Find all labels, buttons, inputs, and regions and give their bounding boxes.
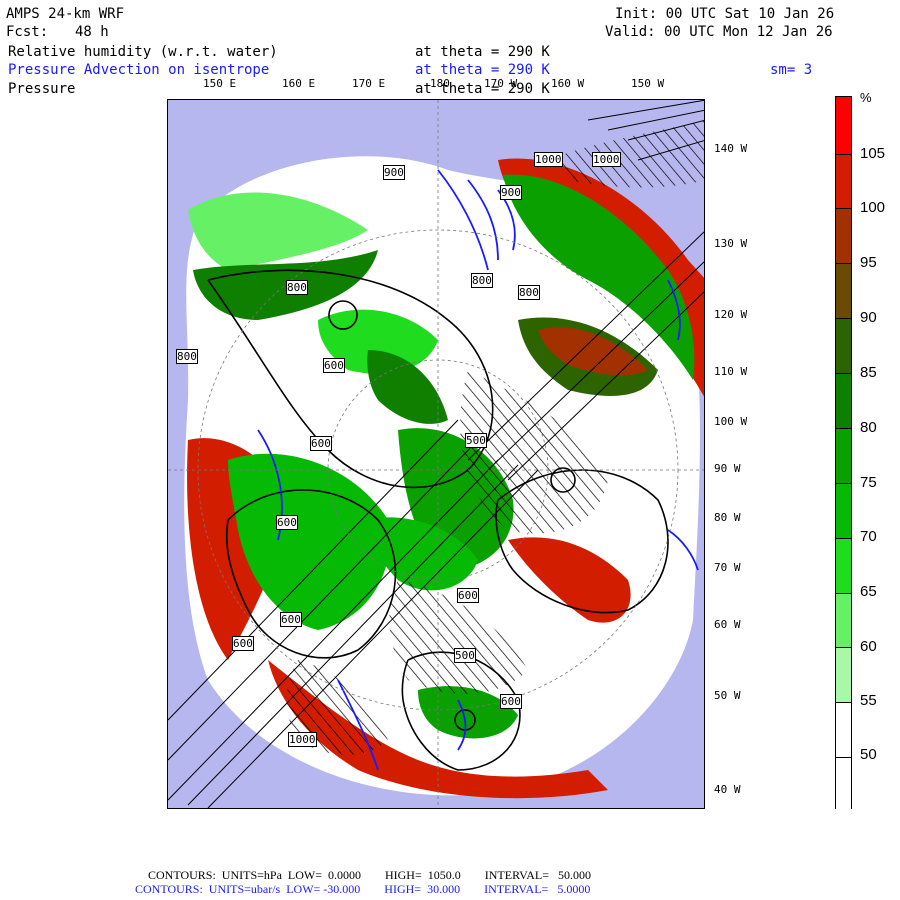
pressure-contour-label: 900	[383, 165, 405, 180]
contour-info-pressure: CONTOURS: UNITS=hPa LOW= 0.0000 HIGH= 10…	[148, 868, 591, 882]
colorbar-segment	[836, 702, 851, 757]
lon-label-right: 120 W	[714, 308, 748, 321]
smoothing-label: sm= 3	[770, 62, 813, 78]
colorbar-tick-label: 50	[860, 746, 877, 763]
forecast-hour: 48 h	[75, 24, 109, 40]
forecast-label: Fcst:	[6, 24, 49, 40]
colorbar-segment	[836, 97, 851, 154]
pressure-contour-label: 600	[276, 515, 298, 530]
lon-label-right: 80 W	[714, 511, 741, 524]
pressure-contour-label: 800	[518, 285, 540, 300]
lon-label-top: 180	[430, 77, 450, 90]
lon-label-right: 110 W	[714, 365, 748, 378]
pressure-contour-label: 900	[500, 185, 522, 200]
pressure-contour-label: 600	[280, 612, 302, 627]
pressure-contour-label: 500	[454, 648, 476, 663]
lon-label-top: 170 E	[352, 77, 386, 90]
colorbar-unit: %	[860, 90, 872, 105]
lon-label-top: 170 W	[484, 77, 518, 90]
lon-label-top: 150 E	[203, 77, 237, 90]
colorbar-segment	[836, 538, 851, 593]
pressure-contour-label: 500	[465, 433, 487, 448]
colorbar-tick-label: 70	[860, 528, 877, 545]
pressure-contour-label: 800	[471, 273, 493, 288]
pressure-contour-label: 800	[176, 349, 198, 364]
colorbar-tick-label: 80	[860, 419, 877, 436]
colorbar-segment	[836, 154, 851, 208]
contour-info-advection: CONTOURS: UNITS=ubar/s LOW= -30.000 HIGH…	[135, 882, 591, 896]
field-padv-name: Pressure Advection on isentrope	[8, 62, 270, 78]
pressure-contour-label: 1000	[534, 152, 563, 167]
lon-label-top: 160 W	[551, 77, 585, 90]
colorbar-segment	[836, 428, 851, 483]
init-time: Init: 00 UTC Sat 10 Jan 26	[615, 6, 835, 22]
lon-label-right: 60 W	[714, 618, 741, 631]
colorbar-segment	[836, 263, 851, 318]
pressure-contour-label: 600	[323, 358, 345, 373]
lon-label-top: 150 W	[631, 77, 665, 90]
colorbar-tick-label: 90	[860, 309, 877, 326]
pressure-contour-label: 600	[232, 636, 254, 651]
lon-label-right: 90 W	[714, 462, 741, 475]
lon-label-right: 50 W	[714, 689, 741, 702]
model-title: AMPS 24-km WRF	[6, 6, 125, 22]
colorbar-tick-label: 100	[860, 199, 886, 216]
map-panel: 800 900 800 600 600 500 600 600 800 900 …	[167, 99, 705, 809]
pressure-contour-label: 600	[457, 588, 479, 603]
rh-colorbar	[835, 96, 852, 810]
pressure-contour-label: 800	[286, 280, 308, 295]
colorbar-segment	[836, 208, 851, 263]
pressure-contour-label: 1000	[288, 732, 317, 747]
lon-label-right: 40 W	[714, 783, 741, 796]
colorbar-segment	[836, 373, 851, 428]
colorbar-segment	[836, 483, 851, 538]
lon-label-right: 140 W	[714, 142, 748, 155]
colorbar-tick-label: 75	[860, 474, 877, 491]
colorbar-tick-label: 85	[860, 364, 877, 381]
field-rh-name: Relative humidity (w.r.t. water)	[8, 44, 278, 60]
field-rh-level: at theta = 290 K	[415, 44, 550, 60]
colorbar-tick-label: 95	[860, 254, 877, 271]
colorbar-segment	[836, 647, 851, 702]
colorbar-tick-label: 105	[860, 145, 886, 162]
pressure-contour-label: 600	[310, 436, 332, 451]
colorbar-segment	[836, 757, 851, 810]
pressure-contour-label: 1000	[592, 152, 621, 167]
valid-time: Valid: 00 UTC Mon 12 Jan 26	[605, 24, 833, 40]
lon-label-right: 70 W	[714, 561, 741, 574]
lon-label-top: 160 E	[282, 77, 316, 90]
lon-label-right: 100 W	[714, 415, 748, 428]
colorbar-segment	[836, 318, 851, 373]
colorbar-tick-label: 55	[860, 692, 877, 709]
pressure-contour-label: 600	[500, 694, 522, 709]
map-svg	[168, 100, 704, 808]
field-pressure-name: Pressure	[8, 81, 76, 97]
field-padv-level: at theta = 290 K	[415, 62, 550, 78]
colorbar-tick-label: 60	[860, 638, 877, 655]
colorbar-segment	[836, 593, 851, 647]
colorbar-tick-label: 65	[860, 583, 877, 600]
lon-label-right: 130 W	[714, 237, 748, 250]
